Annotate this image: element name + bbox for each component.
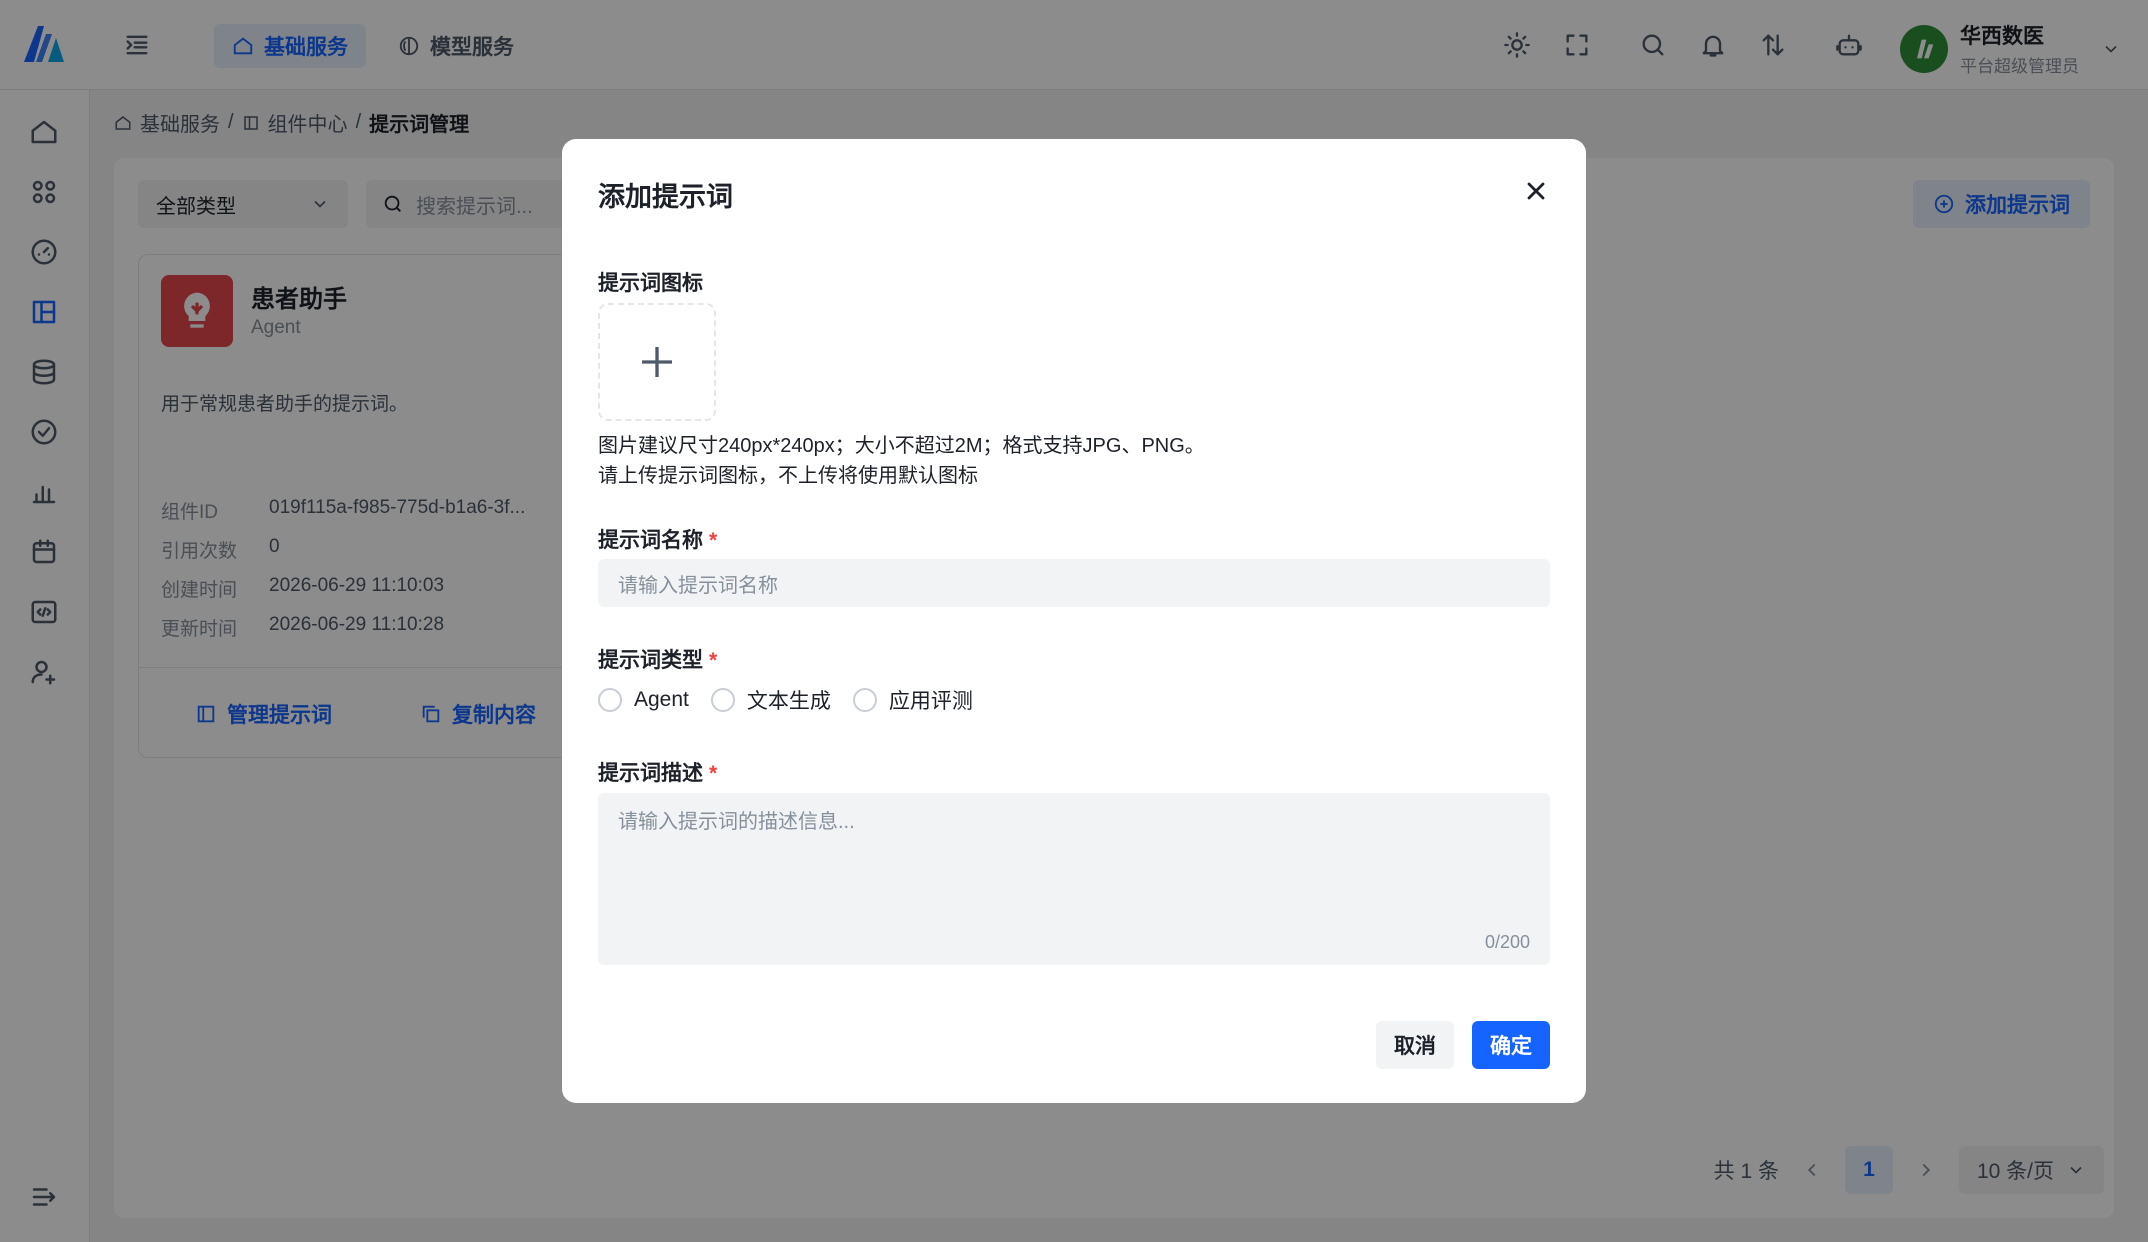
- radio-circle: [598, 688, 622, 712]
- name-label-text: 提示词名称: [598, 529, 703, 552]
- name-input[interactable]: 请输入提示词名称: [598, 559, 1550, 607]
- modal-title: 添加提示词: [598, 182, 733, 212]
- radio-label: 文本生成: [746, 690, 831, 713]
- type-label-text: 提示词类型: [598, 649, 703, 672]
- char-counter: 0/200: [1484, 932, 1530, 952]
- radio-circle: [852, 688, 877, 712]
- icon-field-label: 提示词图标: [598, 272, 703, 295]
- required-mark: *: [709, 649, 718, 672]
- type-radio-app-eval[interactable]: 应用评测: [852, 685, 973, 715]
- type-radio-agent[interactable]: Agent: [598, 685, 689, 715]
- desc-placeholder: 请输入提示词的描述信息...: [618, 811, 855, 833]
- add-prompt-modal: 添加提示词 提示词图标 图片建议尺寸240px*240px；大小不超过2M；格式…: [562, 139, 1586, 1103]
- required-mark: *: [709, 529, 718, 552]
- icon-hint-size: 图片建议尺寸240px*240px；大小不超过2M；格式支持JPG、PNG。: [598, 435, 1205, 457]
- cancel-button[interactable]: 取消: [1376, 1021, 1454, 1069]
- type-radio-text-generation[interactable]: 文本生成: [710, 685, 831, 715]
- plus-icon: [642, 347, 672, 377]
- close-icon[interactable]: [1522, 177, 1550, 205]
- radio-label: 应用评测: [888, 690, 973, 713]
- type-field-label: 提示词类型 *: [598, 644, 717, 674]
- radio-circle: [710, 688, 735, 712]
- icon-hint-default: 请上传提示词图标，不上传将使用默认图标: [598, 465, 978, 487]
- required-mark: *: [709, 762, 718, 785]
- confirm-button[interactable]: 确定: [1472, 1021, 1550, 1069]
- description-textarea[interactable]: 请输入提示词的描述信息... 0/200: [598, 793, 1550, 965]
- name-placeholder: 请输入提示词名称: [618, 574, 778, 597]
- type-radio-group: Agent 文本生成 应用评测: [598, 685, 973, 715]
- desc-field-label: 提示词描述 *: [598, 757, 717, 787]
- name-field-label: 提示词名称 *: [598, 524, 717, 554]
- icon-upload[interactable]: [598, 303, 716, 421]
- desc-label-text: 提示词描述: [598, 762, 703, 785]
- radio-label: Agent: [634, 688, 689, 711]
